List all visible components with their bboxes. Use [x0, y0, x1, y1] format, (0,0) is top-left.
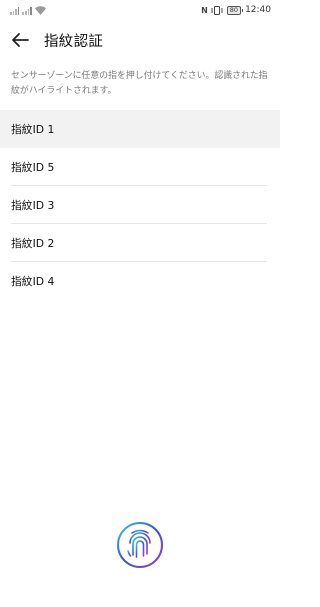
- status-bar: N 80 12:40: [0, 0, 280, 20]
- fingerprint-label: 指紋ID 1: [11, 123, 55, 136]
- app-bar: 指紋認証: [0, 20, 280, 60]
- status-time: 12:40: [245, 5, 271, 15]
- wifi-icon: [34, 6, 46, 15]
- fingerprint-label: 指紋ID 5: [11, 161, 55, 174]
- back-arrow-icon: [12, 33, 29, 47]
- fingerprint-icon: [117, 522, 163, 568]
- signal-icon: [10, 7, 20, 15]
- fingerprint-item[interactable]: 指紋ID 2: [0, 224, 280, 262]
- back-button[interactable]: [8, 28, 32, 52]
- fingerprint-item[interactable]: 指紋ID 4: [0, 262, 280, 300]
- fingerprint-item[interactable]: 指紋ID 1: [0, 110, 280, 148]
- fingerprint-list: 指紋ID 1 指紋ID 5 指紋ID 3 指紋ID 2 指紋ID 4: [0, 110, 280, 300]
- fingerprint-label: 指紋ID 2: [11, 237, 55, 250]
- signal-icon: [22, 7, 32, 15]
- fingerprint-item[interactable]: 指紋ID 5: [0, 148, 280, 186]
- page-title: 指紋認証: [44, 33, 104, 50]
- battery-icon: 80: [226, 5, 244, 15]
- fingerprint-label: 指紋ID 4: [11, 275, 55, 288]
- fingerprint-sensor-zone[interactable]: [116, 521, 164, 569]
- fingerprint-item[interactable]: 指紋ID 3: [0, 186, 280, 224]
- nfc-icon: N: [201, 5, 208, 15]
- instruction-text: センサーゾーンに任意の指を押し付けてください。認識された指紋がハイライトされます…: [11, 71, 268, 96]
- fingerprint-label: 指紋ID 3: [11, 199, 55, 212]
- status-right: N 80 12:40: [201, 5, 271, 15]
- status-left: [10, 5, 46, 15]
- vibrate-icon: [211, 5, 223, 15]
